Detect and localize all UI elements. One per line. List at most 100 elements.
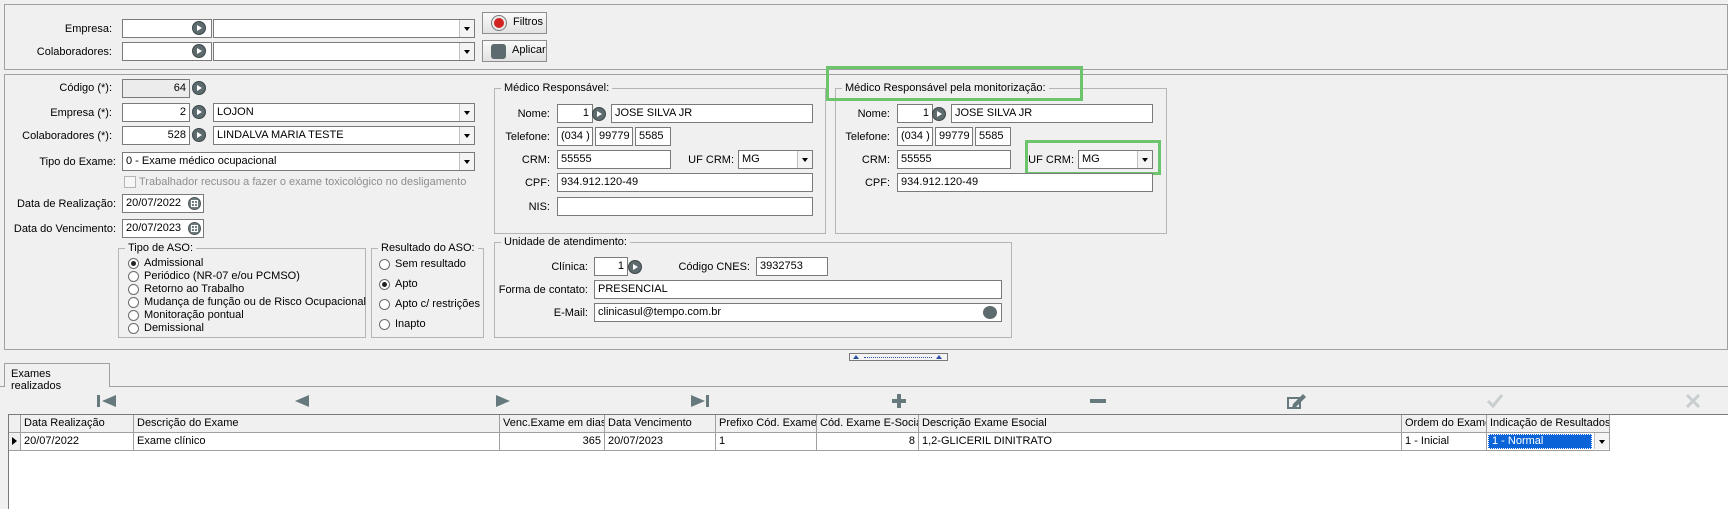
resultado-radio-inapto[interactable]	[379, 319, 390, 330]
clinica-lookup-icon[interactable]	[628, 260, 642, 274]
chevron-down-icon[interactable]	[459, 104, 474, 121]
tipo-aso-option-label: Monitoração pontual	[144, 309, 244, 321]
mail-icon[interactable]	[983, 306, 997, 319]
empresa-lookup-icon[interactable]	[192, 105, 206, 119]
monitor-nome-input[interactable]: JOSE SILVA JR	[951, 104, 1153, 123]
grid-header[interactable]: Data Vencimento	[605, 415, 716, 433]
recusou-checkbox[interactable]	[124, 176, 136, 188]
monitor-tel-part1-input[interactable]: 99779	[935, 127, 973, 146]
table-cell[interactable]: 1 - Inicial	[1402, 433, 1487, 451]
indicacao-resultado-select[interactable]: 1 - Normal	[1487, 433, 1610, 451]
monitor-tel-ddd-input[interactable]: (034 )	[897, 127, 933, 146]
tipo-aso-option-label: Retorno ao Trabalho	[144, 283, 245, 295]
medico-tel-part2-input[interactable]: 5585	[635, 127, 671, 146]
monitor-nome-code-input[interactable]: 1	[897, 104, 933, 123]
uf-crm-highlight-box	[1025, 140, 1161, 175]
table-cell[interactable]: 20/07/2023	[605, 433, 716, 451]
table-cell[interactable]: Exame clínico	[134, 433, 500, 451]
codigo-lookup-icon[interactable]	[192, 81, 206, 95]
insert-record-icon[interactable]	[886, 393, 912, 409]
medico-crm-input[interactable]: 55555	[557, 150, 671, 169]
empresa-code-input[interactable]: 2	[122, 103, 190, 122]
medico-lookup-icon[interactable]	[592, 107, 606, 121]
monitor-tel-part2-input[interactable]: 5585	[975, 127, 1011, 146]
empresa-select[interactable]: LOJON	[213, 103, 475, 122]
cnes-input[interactable]: 3932753	[756, 257, 828, 276]
chevron-down-icon[interactable]	[797, 151, 812, 168]
tipo-aso-radio-monitoracao[interactable]	[128, 310, 139, 321]
exams-grid[interactable]: Data Realização Descrição do Exame Venc.…	[8, 414, 1728, 509]
prior-record-icon[interactable]	[291, 393, 317, 409]
table-cell[interactable]: 20/07/2022	[21, 433, 134, 451]
tipo-aso-radio-mudanca[interactable]	[128, 297, 139, 308]
post-record-icon[interactable]	[1482, 393, 1508, 409]
aplicar-button[interactable]: Aplicar	[482, 40, 547, 62]
resultado-option-label: Sem resultado	[395, 258, 466, 270]
tipo-aso-radio-admissional[interactable]	[128, 258, 139, 269]
monitor-crm-input[interactable]: 55555	[897, 150, 1011, 169]
colaboradores-name: LINDALVA MARIA TESTE	[217, 129, 344, 141]
last-record-icon[interactable]	[687, 393, 713, 409]
filter-colaboradores-label: Colaboradores:	[36, 46, 112, 58]
filter-empresa-select[interactable]	[213, 19, 475, 38]
grid-header[interactable]: Descrição Exame Esocial	[919, 415, 1402, 433]
colaboradores-select[interactable]: LINDALVA MARIA TESTE	[213, 126, 475, 145]
medico-cpf-input[interactable]: 934.912.120-49	[557, 173, 813, 192]
resultado-radio-sem-resultado[interactable]	[379, 259, 390, 270]
filter-colaboradores-lookup-icon[interactable]	[192, 44, 206, 58]
table-cell[interactable]: 1	[716, 433, 817, 451]
medico-tel-ddd-input[interactable]: (034 )	[557, 127, 593, 146]
grid-header[interactable]: Venc.Exame em dias	[500, 415, 605, 433]
chevron-down-icon[interactable]	[459, 20, 474, 37]
first-record-icon[interactable]	[94, 393, 120, 409]
clinica-code-input[interactable]: 1	[594, 257, 628, 276]
tab-exames-realizados[interactable]: Exames realizados	[4, 363, 110, 392]
resultado-radio-apto[interactable]	[379, 279, 390, 290]
grid-header[interactable]: Ordem do Exame	[1402, 415, 1487, 433]
record-icon	[492, 16, 506, 30]
monitor-lookup-icon[interactable]	[932, 107, 946, 121]
chevron-down-icon[interactable]	[459, 43, 474, 60]
grid-header[interactable]: Cód. Exame E-Social	[817, 415, 919, 433]
splitter-dots	[864, 357, 932, 358]
tipo-aso-radio-retorno[interactable]	[128, 284, 139, 295]
medico-nome-input[interactable]: JOSE SILVA JR	[611, 104, 813, 123]
table-cell[interactable]: 1,2-GLICERIL DINITRATO	[919, 433, 1402, 451]
splitter-handle[interactable]	[849, 353, 948, 361]
table-cell[interactable]: 8	[817, 433, 919, 451]
delete-record-icon[interactable]	[1085, 393, 1111, 409]
recusou-label: Trabalhador recusou a fazer o exame toxi…	[139, 176, 467, 188]
medico-nome-code-input[interactable]: 1	[557, 104, 593, 123]
filter-empresa-lookup-icon[interactable]	[192, 21, 206, 35]
grid-header[interactable]: Prefixo Cód. Exame	[716, 415, 817, 433]
aplicar-label: Aplicar	[512, 44, 546, 56]
next-record-icon[interactable]	[490, 393, 516, 409]
medico-tel-part1-input[interactable]: 99779	[595, 127, 633, 146]
chevron-down-icon[interactable]	[1594, 433, 1609, 449]
cancel-record-icon[interactable]	[1680, 393, 1706, 409]
tipo-exame-select[interactable]: 0 - Exame médico ocupacional	[122, 152, 475, 171]
chevron-down-icon[interactable]	[459, 153, 474, 170]
colaboradores-lookup-icon[interactable]	[192, 128, 206, 142]
grid-header[interactable]: Data Realização	[21, 415, 134, 433]
edit-record-icon[interactable]	[1283, 393, 1309, 409]
grid-header[interactable]: Indicação de Resultados	[1487, 415, 1610, 433]
contato-input[interactable]: PRESENCIAL	[594, 280, 1002, 299]
filtros-button[interactable]: Filtros	[482, 12, 547, 34]
data-realizacao-label: Data de Realização:	[16, 198, 116, 210]
tipo-aso-option-label: Periódico (NR-07 e/ou PCMSO)	[144, 270, 300, 282]
tipo-aso-radio-periodico[interactable]	[128, 271, 139, 282]
monitor-cpf-input[interactable]: 934.912.120-49	[897, 173, 1153, 192]
medico-nis-input[interactable]	[557, 197, 813, 216]
table-cell[interactable]: 365	[500, 433, 605, 451]
resultado-radio-apto-restricoes[interactable]	[379, 299, 390, 310]
medico-uf-select[interactable]: MG	[738, 150, 813, 169]
chevron-down-icon[interactable]	[459, 127, 474, 144]
tipo-aso-radio-demissional[interactable]	[128, 323, 139, 334]
calendar-icon[interactable]	[188, 222, 201, 235]
email-input[interactable]: clinicasul@tempo.com.br	[594, 303, 1002, 322]
colaboradores-code-input[interactable]: 528	[122, 126, 190, 145]
grid-header[interactable]: Descrição do Exame	[134, 415, 500, 433]
filter-colaboradores-select[interactable]	[213, 42, 475, 61]
calendar-icon[interactable]	[188, 197, 201, 210]
